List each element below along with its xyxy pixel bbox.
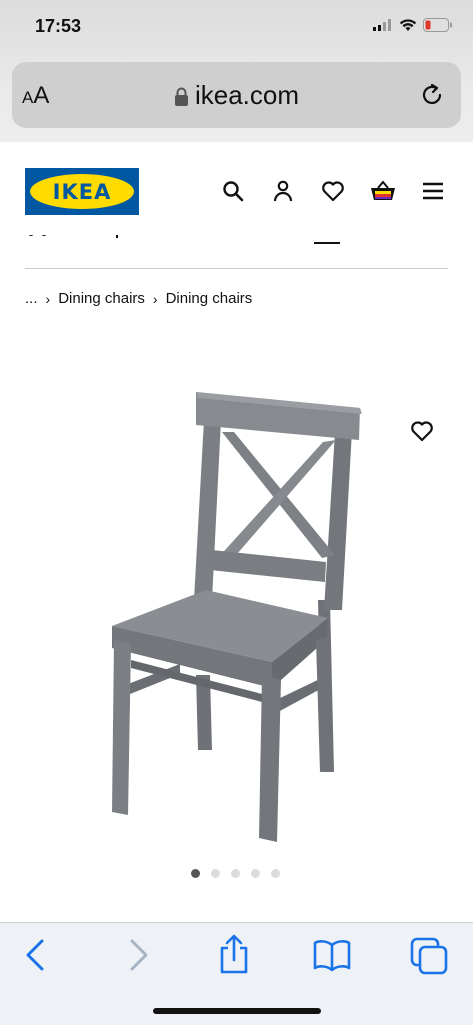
heart-icon[interactable]: [320, 178, 346, 204]
lock-icon: [174, 87, 188, 106]
product-image-chair: [112, 392, 362, 842]
search-icon[interactable]: [220, 178, 246, 204]
menu-icon[interactable]: [420, 178, 446, 204]
image-pagination: [191, 869, 280, 878]
status-icons: [373, 18, 453, 32]
basket-icon[interactable]: [370, 178, 396, 204]
back-icon[interactable]: [22, 937, 50, 973]
chevron-right-icon: ›: [152, 290, 158, 307]
ikea-logo[interactable]: IKEA: [25, 168, 139, 215]
pagination-dot-active[interactable]: [191, 869, 200, 878]
tabs-icon[interactable]: [410, 937, 450, 975]
wifi-icon: [399, 18, 417, 31]
favourite-icon[interactable]: [410, 420, 434, 442]
signal-icon: [373, 19, 391, 31]
bookmarks-icon[interactable]: [312, 937, 352, 973]
scrolled-content-edge: [0, 234, 473, 246]
breadcrumb-item-dining-chairs-current[interactable]: Dining chairs: [166, 290, 253, 307]
share-icon[interactable]: [217, 933, 251, 975]
url-display[interactable]: ikea.com: [12, 80, 461, 111]
pagination-dot[interactable]: [211, 869, 220, 878]
logo-text: IKEA: [30, 174, 134, 209]
header-icons: [220, 178, 446, 204]
site-header: IKEA: [0, 142, 473, 270]
breadcrumb: ... › Dining chairs › Dining chairs: [25, 290, 252, 307]
battery-icon: [423, 18, 452, 32]
pagination-dot[interactable]: [231, 869, 240, 878]
browser-chrome: 17:53 AA ikea.com: [0, 0, 473, 143]
header-divider: [25, 268, 448, 269]
breadcrumb-item-dining-chairs[interactable]: Dining chairs: [58, 290, 145, 307]
chevron-right-icon: ›: [45, 290, 51, 307]
product-image-gallery[interactable]: [0, 350, 473, 910]
home-indicator: [153, 1008, 321, 1014]
forward-icon[interactable]: [124, 937, 152, 973]
reload-icon[interactable]: [419, 82, 445, 108]
pagination-dot[interactable]: [271, 869, 280, 878]
status-time: 17:53: [35, 16, 82, 36]
account-icon[interactable]: [270, 178, 296, 204]
pagination-dot[interactable]: [251, 869, 260, 878]
address-bar[interactable]: AA ikea.com: [12, 62, 461, 128]
breadcrumb-ellipsis[interactable]: ...: [25, 290, 38, 307]
